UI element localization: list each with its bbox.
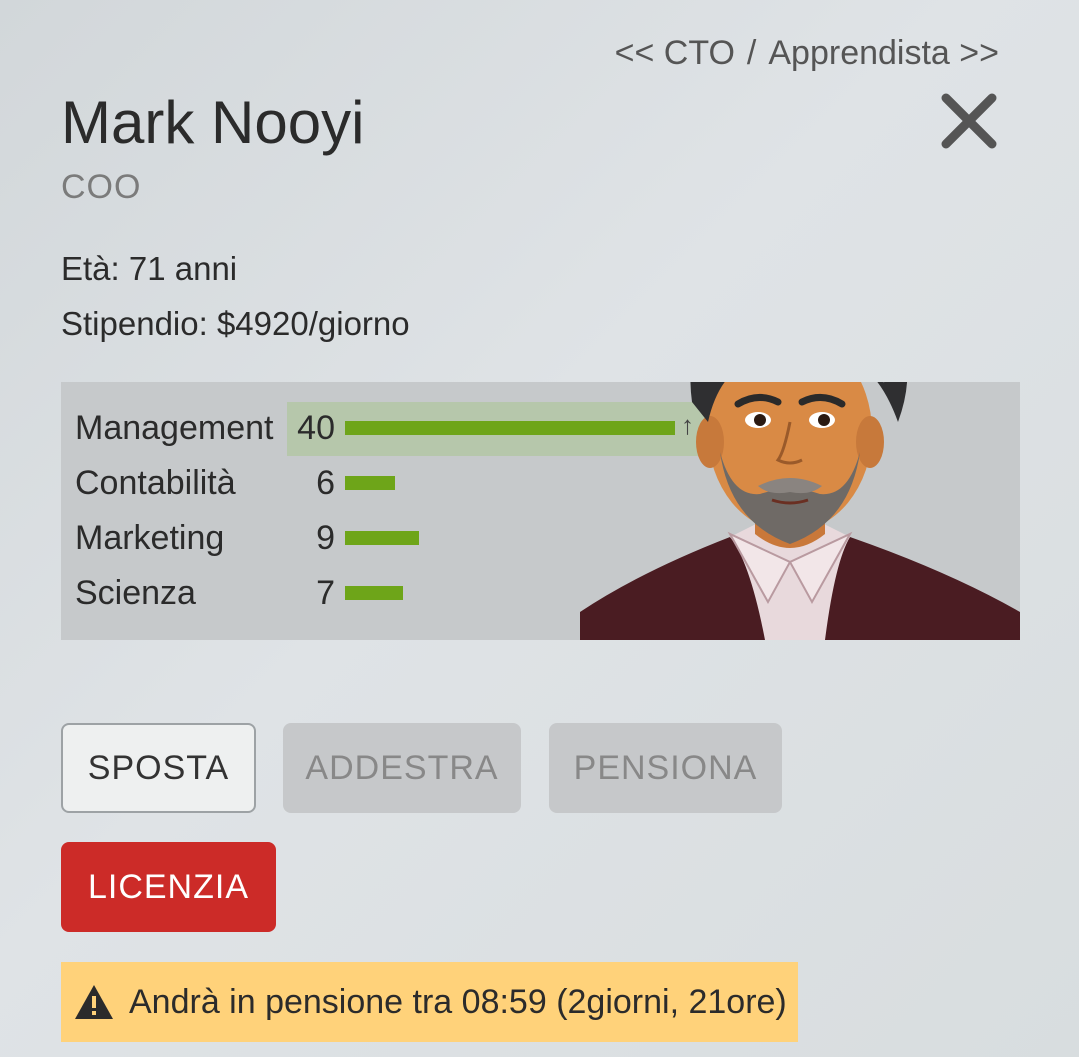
nav-separator: / — [746, 34, 757, 72]
employee-salary: Stipendio: $4920/giorno — [61, 305, 410, 342]
employee-name: Mark Nooyi — [61, 89, 365, 156]
skill-label: Management — [75, 408, 274, 447]
warning-icon — [75, 985, 113, 1019]
skill-value: 7 — [316, 573, 335, 612]
next-position-link[interactable]: Apprendista >> — [768, 34, 999, 73]
skill-label: Contabilità — [75, 463, 236, 502]
fire-button[interactable]: LICENZIA — [61, 842, 276, 932]
skill-value: 40 — [297, 408, 335, 447]
move-button[interactable]: SPOSTA — [61, 723, 256, 813]
skill-bar — [345, 531, 419, 545]
skills-panel: Management 40 ↑ Contabilità 6 Marketing … — [61, 382, 1020, 640]
prev-position-link[interactable]: << CTO — [615, 34, 735, 73]
skill-label: Marketing — [75, 518, 225, 557]
skill-label: Scienza — [75, 573, 196, 612]
retirement-warning: Andrà in pensione tra 08:59 (2giorni, 21… — [61, 962, 798, 1042]
retire-button[interactable]: PENSIONA — [549, 723, 782, 813]
skill-bar — [345, 586, 403, 600]
employee-role: COO — [61, 168, 142, 206]
position-navigation: << CTO / Apprendista >> — [615, 34, 999, 73]
close-icon[interactable] — [936, 88, 1002, 154]
warning-text: Andrà in pensione tra 08:59 (2giorni, 21… — [129, 982, 787, 1021]
skill-value: 9 — [316, 518, 335, 557]
skill-bar — [345, 476, 395, 490]
employee-age: Età: 71 anni — [61, 250, 238, 287]
train-button[interactable]: ADDESTRA — [283, 723, 521, 813]
skill-value: 6 — [316, 463, 335, 502]
employee-portrait — [580, 382, 1020, 640]
